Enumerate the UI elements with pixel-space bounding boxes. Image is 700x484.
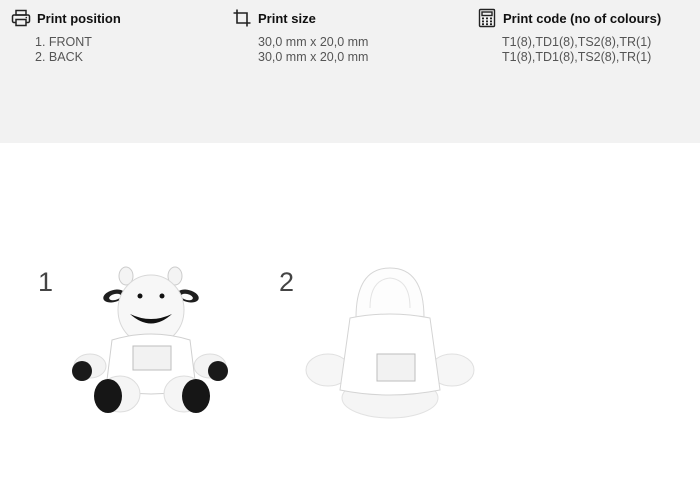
print-size-header: Print size [232,8,368,28]
print-code-title: Print code (no of colours) [503,10,662,26]
print-code-header: Print code (no of colours) [477,8,661,28]
position-number-back: 2 [279,267,295,297]
print-size-row: 30,0 mm x 20,0 mm [258,50,369,64]
print-size-column: Print size 30,0 mm x 20,0 mm 30,0 mm x 2… [232,8,368,65]
crop-icon [232,8,252,28]
product-image-front [60,258,240,423]
print-info-panel: Print position 1. FRONT 2. BACK Print si… [0,0,700,143]
print-position-header: Print position [11,8,121,28]
print-position-column: Print position 1. FRONT 2. BACK [11,8,121,65]
calculator-icon [477,8,497,28]
print-position-row: 1. FRONT [35,35,92,49]
position-number-front: 1 [38,267,54,297]
print-size-row: 30,0 mm x 20,0 mm [258,35,369,49]
print-position-title: Print position [37,10,121,26]
product-image-back [300,258,480,423]
print-code-row: T1(8),TD1(8),TS2(8),TR(1) [502,35,652,49]
print-code-column: Print code (no of colours) T1(8),TD1(8),… [477,8,661,65]
print-code-row: T1(8),TD1(8),TS2(8),TR(1) [502,50,652,64]
printer-icon [11,8,31,28]
print-position-row: 2. BACK [35,50,83,64]
print-size-title: Print size [258,10,316,26]
